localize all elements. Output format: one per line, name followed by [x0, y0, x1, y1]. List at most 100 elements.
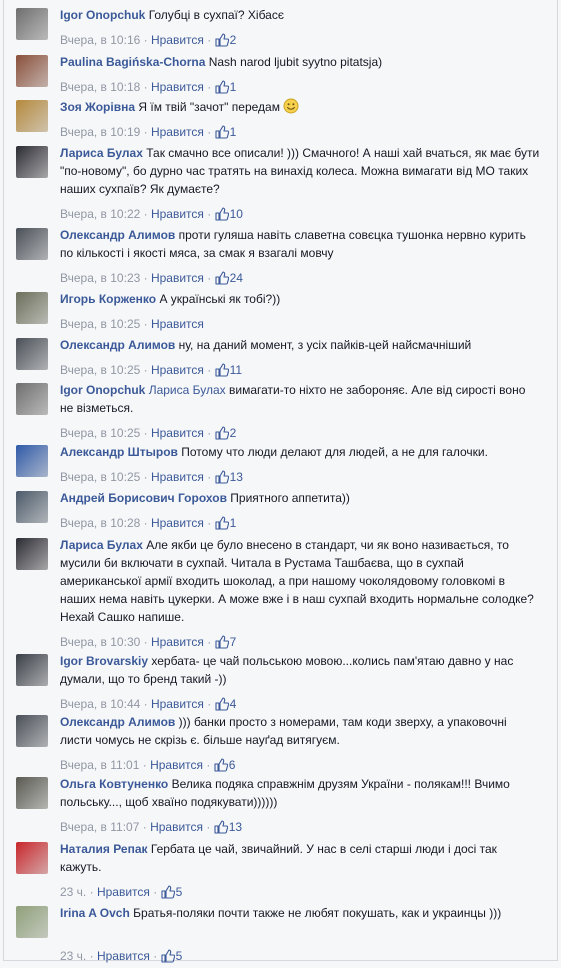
like-button[interactable]: Нравится — [151, 635, 204, 649]
author-link[interactable]: Александр Штыров — [60, 445, 178, 459]
thumbs-up-icon[interactable] — [215, 516, 229, 535]
avatar[interactable] — [16, 292, 48, 324]
avatar[interactable] — [16, 715, 48, 747]
author-link[interactable]: Igor Onopchuk — [60, 383, 145, 397]
smile-icon — [283, 98, 299, 119]
like-button[interactable]: Нравится — [150, 820, 203, 834]
author-link[interactable]: Лариса Булах — [60, 538, 143, 552]
comment-meta: Вчера, в 10:19 · Нравится · 1 — [60, 123, 236, 144]
thumbs-up-icon[interactable] — [161, 885, 175, 904]
avatar[interactable] — [16, 338, 48, 370]
separator: · — [86, 885, 97, 899]
author-link[interactable]: Irina A Ovch — [60, 906, 130, 920]
like-count[interactable]: 2 — [230, 426, 237, 440]
like-count[interactable]: 6 — [229, 758, 236, 772]
like-button[interactable]: Нравится — [151, 363, 204, 377]
like-count[interactable]: 11 — [230, 363, 242, 377]
avatar[interactable] — [16, 491, 48, 523]
author-link[interactable]: Зоя Жорівна — [60, 100, 135, 114]
timestamp[interactable]: Вчера, в 10:25 — [60, 363, 140, 377]
like-button[interactable]: Нравится — [151, 271, 204, 285]
author-link[interactable]: Ольга Ковтуненко — [60, 777, 168, 791]
timestamp[interactable]: Вчера, в 10:25 — [60, 317, 140, 331]
like-button[interactable]: Нравится — [151, 516, 204, 530]
like-count[interactable]: 5 — [176, 885, 183, 899]
avatar[interactable] — [16, 445, 48, 477]
avatar[interactable] — [16, 8, 48, 40]
author-link[interactable]: Лариса Булах — [60, 146, 143, 160]
author-link[interactable]: Олександр Алимов — [60, 715, 175, 729]
thumbs-up-icon[interactable] — [161, 949, 175, 968]
timestamp[interactable]: Вчера, в 10:23 — [60, 271, 140, 285]
thumbs-up-icon[interactable] — [215, 207, 229, 226]
avatar[interactable] — [16, 383, 48, 415]
like-count[interactable]: 24 — [230, 271, 243, 285]
author-link[interactable]: Игорь Корженко — [60, 292, 156, 306]
timestamp[interactable]: 23 ч. — [60, 949, 86, 963]
author-link[interactable]: Андрей Борисович Горохов — [60, 491, 227, 505]
avatar[interactable] — [16, 842, 48, 874]
author-link[interactable]: Олександр Алимов — [60, 228, 175, 242]
like-button[interactable]: Нравится — [97, 885, 150, 899]
like-count[interactable]: 10 — [230, 207, 243, 221]
like-count[interactable]: 1 — [230, 125, 237, 139]
thumbs-up-icon[interactable] — [215, 125, 229, 144]
timestamp[interactable]: Вчера, в 10:44 — [60, 697, 140, 711]
avatar[interactable] — [16, 146, 48, 178]
avatar[interactable] — [16, 654, 48, 686]
comment-body: Igor Onopchuk Голубці в сухпаї? Хібасє Вч… — [60, 6, 540, 47]
thumbs-up-icon[interactable] — [215, 470, 229, 489]
like-count[interactable]: 13 — [230, 470, 243, 484]
author-link[interactable]: Igor Onopchuk — [60, 8, 145, 22]
comment-message: Потому что люди делают для людей, а не д… — [181, 445, 488, 459]
avatar[interactable] — [16, 228, 48, 260]
author-link[interactable]: Наталия Репак — [60, 842, 148, 856]
separator: · — [139, 758, 151, 772]
thumbs-up-icon[interactable] — [215, 80, 229, 99]
avatar[interactable] — [16, 906, 48, 938]
thumbs-up-icon[interactable] — [215, 271, 229, 290]
like-button[interactable]: Нравится — [151, 317, 204, 331]
like-count[interactable]: 7 — [230, 635, 237, 649]
timestamp[interactable]: Вчера, в 10:25 — [60, 426, 140, 440]
timestamp[interactable]: Вчера, в 10:28 — [60, 516, 140, 530]
like-button[interactable]: Нравится — [151, 697, 204, 711]
like-count[interactable]: 1 — [230, 80, 237, 94]
like-button[interactable]: Нравится — [151, 125, 204, 139]
timestamp[interactable]: Вчера, в 10:16 — [60, 33, 140, 47]
timestamp[interactable]: Вчера, в 11:07 — [60, 820, 139, 834]
like-button[interactable]: Нравится — [151, 470, 204, 484]
timestamp[interactable]: Вчера, в 10:25 — [60, 470, 140, 484]
like-button[interactable]: Нравится — [150, 758, 203, 772]
like-button[interactable]: Нравится — [97, 949, 150, 963]
like-count[interactable]: 2 — [230, 33, 237, 47]
avatar[interactable] — [16, 777, 48, 809]
author-link[interactable]: Igor Brovarskiy — [60, 654, 148, 668]
like-button[interactable]: Нравится — [151, 33, 204, 47]
like-button[interactable]: Нравится — [151, 207, 204, 221]
avatar[interactable] — [16, 538, 48, 570]
timestamp[interactable]: Вчера, в 11:01 — [60, 758, 139, 772]
like-count[interactable]: 4 — [230, 697, 237, 711]
author-link[interactable]: Олександр Алимов — [60, 338, 175, 352]
avatar[interactable] — [16, 55, 48, 87]
separator: · — [203, 207, 215, 221]
timestamp[interactable]: Вчера, в 10:19 — [60, 125, 140, 139]
author-link[interactable]: Paulina Bagińska-Chorna — [60, 55, 205, 69]
timestamp[interactable]: 23 ч. — [60, 885, 86, 899]
avatar[interactable] — [16, 100, 48, 132]
thumbs-up-icon[interactable] — [215, 33, 229, 52]
like-count[interactable]: 1 — [230, 516, 237, 530]
like-button[interactable]: Нравится — [151, 426, 204, 440]
comment-text: Андрей Борисович Горохов Приятного аппет… — [60, 489, 540, 507]
like-count[interactable]: 5 — [176, 949, 183, 963]
like-button[interactable]: Нравится — [151, 80, 204, 94]
thumbs-up-icon[interactable] — [215, 363, 229, 382]
mention-link[interactable]: Лариса Булах — [149, 383, 226, 397]
thumbs-up-icon[interactable] — [214, 820, 228, 839]
timestamp[interactable]: Вчера, в 10:30 — [60, 635, 140, 649]
timestamp[interactable]: Вчера, в 10:22 — [60, 207, 140, 221]
timestamp[interactable]: Вчера, в 10:18 — [60, 80, 140, 94]
like-count[interactable]: 13 — [229, 820, 242, 834]
separator: · — [140, 317, 151, 331]
